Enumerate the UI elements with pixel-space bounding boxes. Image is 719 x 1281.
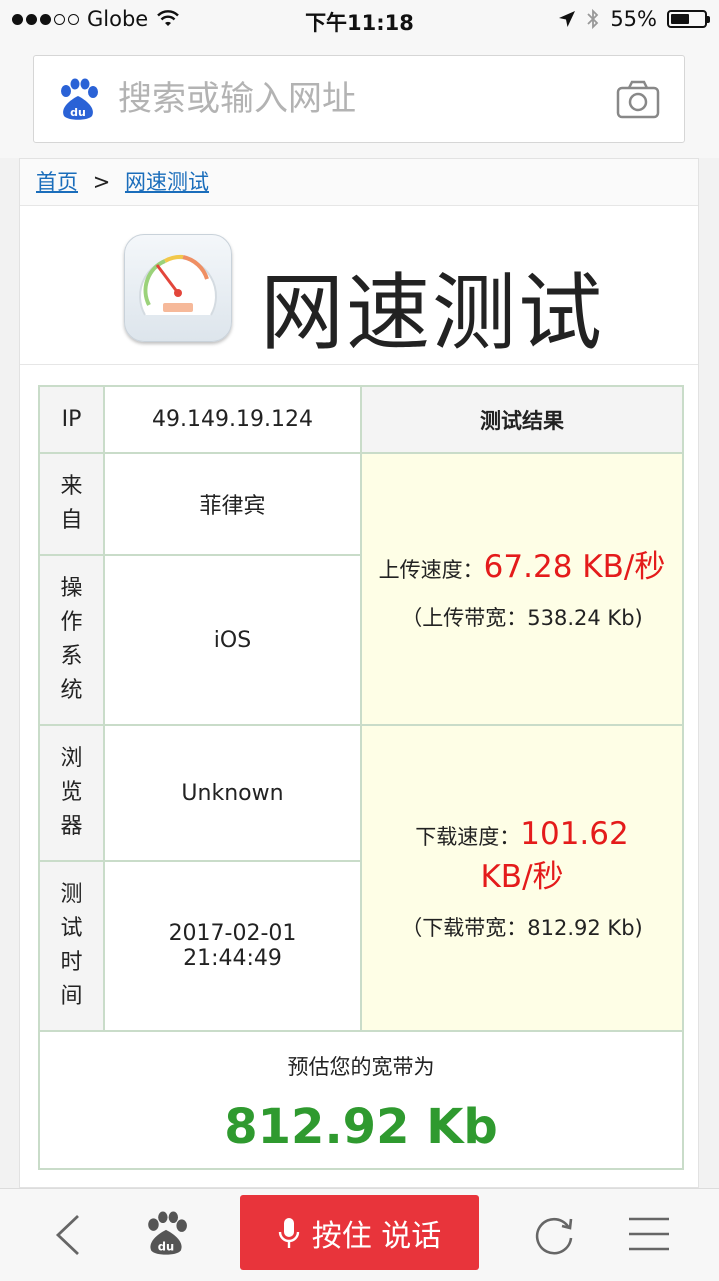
table-row: 预估您的宽带为 812.92 Kb xyxy=(38,1030,684,1170)
refresh-icon[interactable] xyxy=(532,1213,576,1257)
test-time-label-text: 测试时间 xyxy=(60,882,83,1009)
battery-icon xyxy=(667,10,710,28)
voice-button[interactable]: 按住 说话 xyxy=(240,1195,479,1270)
menu-icon[interactable] xyxy=(628,1216,670,1252)
estimate-cell: 预估您的宽带为 812.92 Kb xyxy=(38,1030,684,1170)
from-label-text: 来自 xyxy=(60,474,83,533)
location-arrow-icon xyxy=(559,11,576,27)
browser-bar: du xyxy=(0,40,719,158)
breadcrumb-home-link[interactable]: 首页 xyxy=(36,170,78,194)
estimate-label: 预估您的宽带为 xyxy=(287,1055,435,1079)
upload-result-cell: 上传速度：67.28 KB/秒 （上传带宽：538.24 Kb) xyxy=(360,452,684,726)
status-bar: Globe 下午11:18 55% xyxy=(0,0,719,40)
table-row: 浏览器 Unknown 下载速度：101.62 KB/秒 （下载带宽：812.9… xyxy=(38,724,684,1032)
baidu-paw-icon[interactable]: du xyxy=(56,78,100,122)
test-time-label: 测试时间 xyxy=(38,860,105,1032)
page-title: 网速测试 xyxy=(260,264,605,362)
upload-speed-label: 上传速度： xyxy=(378,557,484,582)
speedometer-icon xyxy=(124,234,232,342)
download-speed-label: 下载速度： xyxy=(415,825,521,849)
battery-fill xyxy=(671,14,689,24)
test-time-value: 2017-02-01 21:44:49 xyxy=(103,860,362,1032)
table-row: IP 49.149.19.124 测试结果 xyxy=(38,385,684,454)
svg-text:du: du xyxy=(158,1240,174,1254)
microphone-icon xyxy=(278,1217,299,1248)
battery-percent: 55% xyxy=(610,7,657,31)
download-bandwidth: （下载带宽：812.92 Kb) xyxy=(401,916,643,940)
os-label-text: 操作系统 xyxy=(60,576,83,703)
test-date: 2017-02-01 xyxy=(168,921,297,946)
estimate-value: 812.92 Kb xyxy=(224,1099,498,1155)
back-icon[interactable] xyxy=(52,1213,84,1257)
result-header: 测试结果 xyxy=(360,385,684,454)
page-card: 首页 > 网速测试 网速测试 IP 49.149.19.124 测试结果 来自 … xyxy=(19,158,699,1188)
download-result-cell: 下载速度：101.62 KB/秒 （下载带宽：812.92 Kb) xyxy=(360,724,684,1032)
upload-speed-value: 67.28 KB/秒 xyxy=(483,548,666,585)
os-value: iOS xyxy=(103,554,362,726)
result-table: IP 49.149.19.124 测试结果 来自 菲律宾 上传速度：67.28 … xyxy=(38,385,684,1170)
from-value: 菲律宾 xyxy=(103,452,362,556)
voice-button-label: 按住 说话 xyxy=(311,1218,442,1254)
status-right: 55% xyxy=(558,7,710,31)
table-row: 来自 菲律宾 上传速度：67.28 KB/秒 （上传带宽：538.24 Kb) xyxy=(38,452,684,726)
breadcrumb-current-link[interactable]: 网速测试 xyxy=(125,170,209,194)
bottom-toolbar: du 按住 说话 xyxy=(0,1188,719,1281)
svg-text:du: du xyxy=(70,106,86,119)
browser-label-text: 浏览器 xyxy=(60,746,83,839)
search-input[interactable] xyxy=(118,74,588,124)
from-label: 来自 xyxy=(38,452,105,556)
title-area: 网速测试 xyxy=(20,206,698,365)
os-label: 操作系统 xyxy=(38,554,105,726)
camera-icon[interactable] xyxy=(616,80,660,120)
upload-bandwidth: （上传带宽：538.24 Kb) xyxy=(401,605,643,630)
browser-label: 浏览器 xyxy=(38,724,105,862)
test-clock: 21:44:49 xyxy=(183,946,282,971)
browser-value: Unknown xyxy=(103,724,362,862)
bluetooth-icon xyxy=(587,8,599,30)
ip-value: 49.149.19.124 xyxy=(103,385,362,454)
breadcrumb: 首页 > 网速测试 xyxy=(20,159,698,206)
breadcrumb-separator: > xyxy=(92,170,111,194)
address-bar[interactable]: du xyxy=(33,55,685,143)
ip-label: IP xyxy=(38,385,105,454)
baidu-home-icon[interactable]: du xyxy=(143,1211,189,1257)
